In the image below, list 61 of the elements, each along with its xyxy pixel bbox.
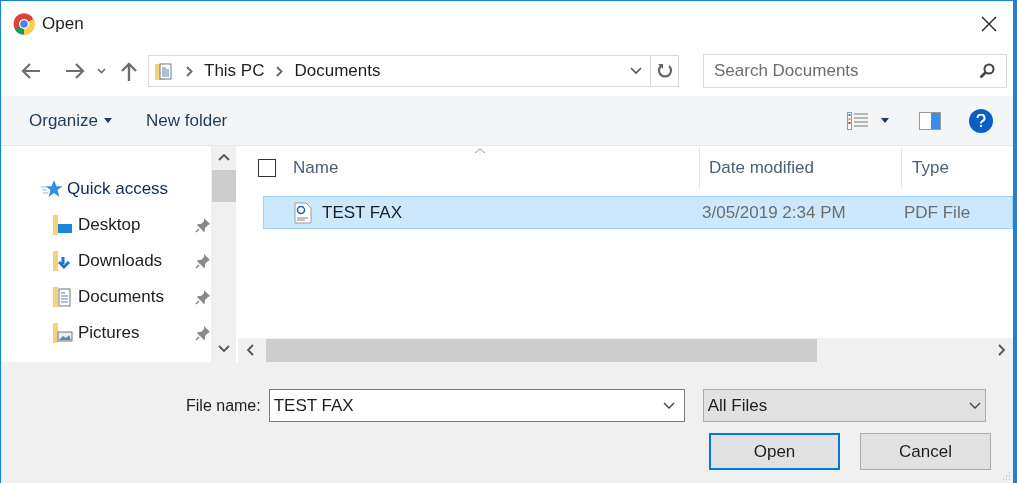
- breadcrumb-item[interactable]: Documents: [294, 58, 381, 84]
- question-mark-icon: [976, 113, 986, 128]
- nav-item[interactable]: Downloads: [78, 247, 163, 274]
- file-name-label: File name:: [186, 395, 261, 416]
- type-cell-text: PDF File: [904, 201, 971, 224]
- file-name-combobox[interactable]: TEST FAX: [268, 389, 685, 422]
- pin-icon[interactable]: [195, 216, 211, 233]
- breadcrumb-chevron-icon[interactable]: [276, 65, 284, 77]
- column-header[interactable]: Type: [912, 155, 949, 181]
- open-button[interactable]: Open: [709, 433, 840, 470]
- vertical-scrollbar[interactable]: [211, 146, 236, 362]
- window-title: Open: [42, 12, 84, 35]
- scroll-down-icon[interactable]: [217, 345, 230, 352]
- sort-ascending-icon: [474, 148, 486, 154]
- help-button[interactable]: [969, 108, 993, 133]
- preview-pane-icon: [919, 111, 941, 130]
- breadcrumb-item[interactable]: This PC: [204, 58, 265, 84]
- pdf-file-icon: [294, 201, 312, 224]
- scroll-right-icon[interactable]: [998, 344, 1005, 356]
- documents-folder-icon: [154, 61, 174, 81]
- refresh-icon: [656, 63, 673, 79]
- column-header[interactable]: Date modified: [709, 155, 814, 181]
- documents-folder-icon: [52, 285, 74, 308]
- horizontal-scrollbar[interactable]: [238, 338, 1013, 362]
- search-icon: [979, 63, 995, 79]
- new-folder-button[interactable]: New folder: [136, 102, 238, 139]
- close-icon: [981, 15, 997, 32]
- cancel-button[interactable]: Cancel: [860, 433, 991, 470]
- caret-icon: [104, 118, 112, 123]
- nav-item[interactable]: Desktop: [78, 211, 141, 238]
- scroll-left-icon[interactable]: [247, 344, 254, 356]
- caret-icon: [881, 118, 889, 123]
- scroll-thumb[interactable]: [211, 170, 236, 202]
- details-view-icon: [847, 111, 869, 130]
- resize-grip-icon[interactable]: [1001, 471, 1011, 481]
- pin-icon[interactable]: [195, 324, 211, 341]
- dropdown-chevron-icon[interactable]: [630, 67, 642, 75]
- file-row[interactable]: TEST FAX 3/05/2019 2:34 PM PDF File: [263, 196, 1013, 229]
- dropdown-chevron-icon[interactable]: [662, 402, 675, 409]
- desktop-folder-icon: [52, 213, 74, 236]
- nav-item[interactable]: Quick access: [67, 175, 169, 202]
- pin-icon[interactable]: [195, 252, 211, 269]
- star-icon: [41, 178, 63, 199]
- chevron-down-icon: [96, 68, 106, 74]
- select-all-checkbox[interactable]: [258, 159, 276, 177]
- breadcrumb-chevron-icon[interactable]: [186, 65, 193, 77]
- organize-menu-button[interactable]: Organize: [19, 102, 122, 139]
- date-cell-text: 3/05/2019 2:34 PM: [702, 201, 847, 224]
- pin-icon[interactable]: [195, 288, 211, 305]
- browser-logo-icon: [13, 12, 35, 35]
- file-name[interactable]: TEST FAX: [322, 199, 702, 226]
- nav-item[interactable]: Pictures: [78, 319, 140, 346]
- dropdown-chevron-icon: [968, 402, 981, 409]
- column-header[interactable]: Name: [293, 155, 339, 181]
- scroll-up-icon[interactable]: [217, 154, 230, 161]
- search-field[interactable]: Search Documents: [703, 54, 1007, 88]
- file-type-dropdown[interactable]: All Files: [702, 389, 986, 422]
- scroll-thumb[interactable]: [266, 338, 817, 362]
- address-bar[interactable]: This PC Documents: [148, 55, 679, 87]
- nav-item[interactable]: Documents: [78, 283, 164, 310]
- pictures-folder-icon: [52, 321, 74, 344]
